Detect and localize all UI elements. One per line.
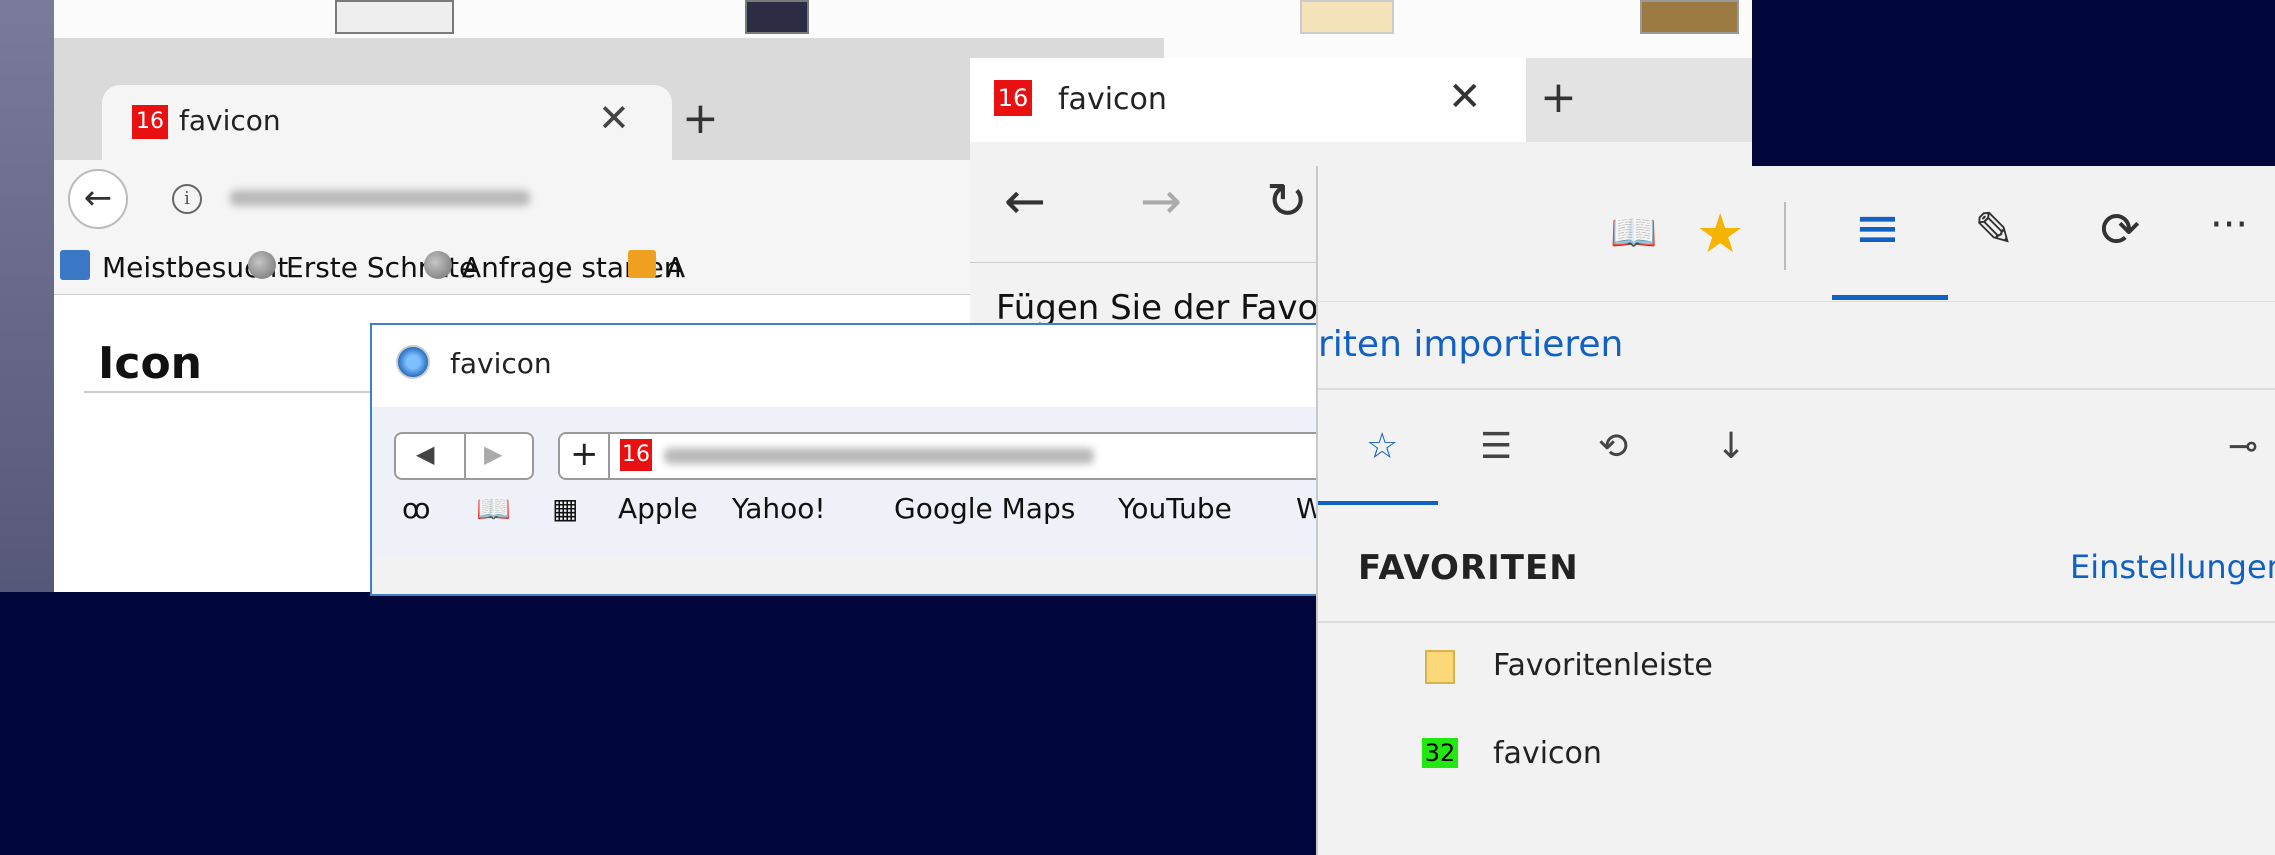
- bookmarks-book-icon[interactable]: 📖: [476, 492, 511, 525]
- divider: [1318, 388, 2275, 390]
- favorites-item-favicon[interactable]: favicon: [1493, 736, 1602, 771]
- favorites-item-favoritenleiste[interactable]: Favoritenleiste: [1493, 648, 1713, 683]
- web-note-icon[interactable]: ✎: [1974, 202, 2014, 258]
- toolbar-separator: [1784, 202, 1786, 270]
- new-tab-button[interactable]: +: [1540, 72, 1577, 123]
- divider: [1318, 621, 2275, 623]
- history-tab-icon[interactable]: ⟲: [1598, 426, 1628, 467]
- favicon-32-icon: 32: [1422, 738, 1458, 768]
- edge-content-text: Fügen Sie der Favo: [996, 288, 1319, 328]
- import-favorites-link[interactable]: riten importieren: [1318, 324, 1623, 365]
- safari-toolbar: [372, 407, 1342, 557]
- button-separator: [464, 434, 466, 478]
- safari-window-title: favicon: [450, 347, 552, 380]
- reading-list-tab-icon[interactable]: ☰: [1480, 426, 1512, 467]
- hub-active-indicator: [1832, 295, 1948, 300]
- desktop-icon[interactable]: [1640, 0, 1739, 34]
- settings-link[interactable]: Einstellungen: [2070, 548, 2275, 586]
- hub-icon[interactable]: ≡: [1854, 196, 1901, 261]
- favicon-16-icon: 16: [132, 105, 168, 139]
- desktop-icon[interactable]: [335, 0, 454, 34]
- add-bookmark-button[interactable]: +: [570, 434, 599, 474]
- forward-button[interactable]: ▶: [484, 440, 502, 468]
- favorites-tab-icon[interactable]: ☆: [1366, 426, 1398, 467]
- pin-icon[interactable]: ⊸: [2228, 426, 2258, 467]
- bookmark-youtube[interactable]: YouTube: [1118, 492, 1232, 525]
- bookmark-yahoo[interactable]: Yahoo!: [732, 492, 826, 525]
- rss-icon: [628, 250, 656, 278]
- url-separator: [608, 434, 610, 478]
- bookmark-apple[interactable]: Apple: [618, 492, 698, 525]
- url-text: [664, 448, 1094, 464]
- most-visited-icon: [60, 250, 90, 280]
- edge-hub-panel: 📖 ★ ≡ ✎ ⟳ ··· riten importieren ☆ ☰ ⟲ ↓ …: [1316, 166, 2275, 855]
- site-info-icon[interactable]: i: [172, 184, 202, 214]
- safari-url-field[interactable]: + 16: [558, 432, 1352, 480]
- bookmark-google-maps[interactable]: Google Maps: [894, 492, 1075, 525]
- close-tab-icon[interactable]: ✕: [1448, 74, 1482, 120]
- favicon-16-icon: 16: [994, 80, 1032, 116]
- desktop-icon[interactable]: [1300, 0, 1394, 34]
- desktop-left-strip: [0, 0, 54, 592]
- refresh-icon[interactable]: ↻: [1266, 172, 1308, 230]
- globe-icon: [248, 251, 276, 279]
- back-forward-group: ◀ ▶: [394, 432, 534, 480]
- favorite-star-icon[interactable]: ★: [1696, 202, 1744, 265]
- firefox-tab-title: favicon: [179, 104, 281, 137]
- close-tab-icon[interactable]: ✕: [598, 96, 630, 140]
- globe-icon: [424, 251, 452, 279]
- reader-glasses-icon[interactable]: ꝏ: [402, 492, 431, 525]
- top-sites-grid-icon[interactable]: ▦: [552, 492, 578, 525]
- safari-compass-icon: [396, 345, 430, 379]
- back-button[interactable]: ◀: [416, 440, 434, 468]
- reading-view-icon[interactable]: 📖: [1610, 210, 1657, 255]
- forward-arrow-icon[interactable]: →: [1140, 172, 1182, 230]
- back-arrow-icon[interactable]: ←: [1004, 172, 1046, 230]
- desktop-icon[interactable]: [745, 0, 809, 34]
- share-icon[interactable]: ⟳: [2100, 202, 2140, 258]
- url-field[interactable]: [230, 190, 530, 206]
- edge-tab-title: favicon: [1058, 82, 1167, 117]
- favorites-heading: FAVORITEN: [1358, 548, 1579, 588]
- back-button[interactable]: ←: [68, 169, 128, 229]
- folder-icon: [1425, 650, 1455, 684]
- safari-window: favicon ◀ ▶ + 16 ꝏ 📖 ▦ Apple Yahoo! Goog…: [370, 323, 1352, 596]
- page-heading: Icon: [98, 338, 203, 389]
- favicon-16-icon: 16: [620, 439, 652, 471]
- new-tab-button[interactable]: +: [682, 93, 719, 144]
- downloads-tab-icon[interactable]: ↓: [1716, 426, 1746, 467]
- more-icon[interactable]: ···: [2210, 202, 2248, 248]
- bookmark-a[interactable]: A: [666, 251, 685, 284]
- favorites-tab-indicator: [1318, 501, 1438, 505]
